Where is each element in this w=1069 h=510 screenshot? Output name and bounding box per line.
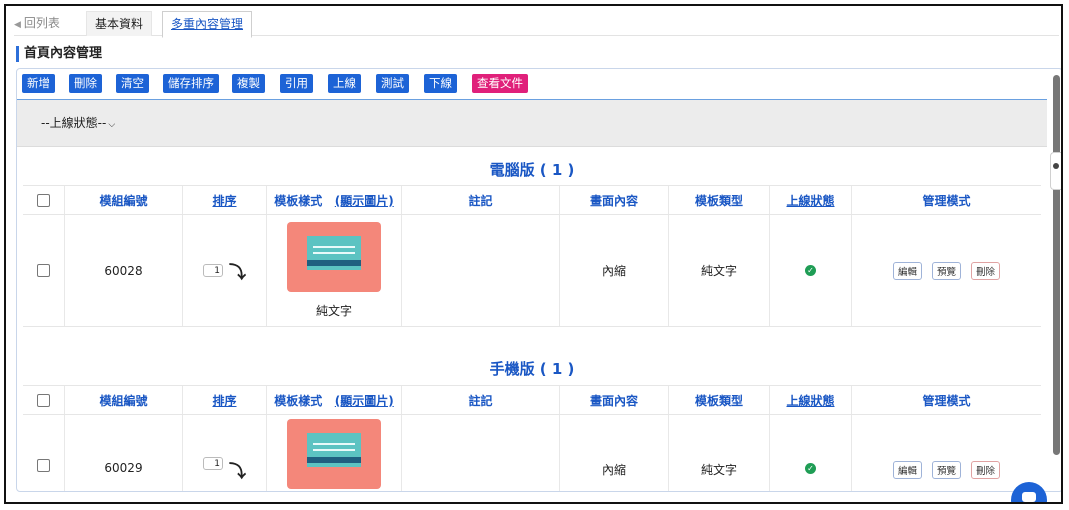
show-image-link[interactable]: (顯示圖片) [335,192,394,209]
row-checkbox[interactable] [37,264,50,277]
col-type: 模板類型 [669,386,770,414]
col-status[interactable]: 上線狀態 [770,386,852,414]
note-cell [402,415,560,491]
status-select-value: --上線狀態-- [41,116,107,130]
col-sort[interactable]: 排序 [183,386,267,414]
reference-button[interactable]: 引用 [280,74,313,93]
type-cell: 純文字 [669,215,770,326]
mobile-group-title: 手機版 ( 1 ) [489,360,575,378]
manage-cell: 編輯 預覽 刪除 [852,415,1041,491]
sort-down-arrow-icon[interactable]: ⤵ [229,457,246,482]
table-header: 模組編號 排序 模板樣式 (顯示圖片) 註記 畫面內容 模板類型 上線狀態 管理… [23,185,1041,215]
template-caption: 純文字 [315,304,352,318]
col-module-id: 模組編號 [65,186,183,214]
side-location-tab[interactable] [1050,152,1061,190]
test-button[interactable]: 測試 [376,74,409,93]
chat-icon [1022,492,1036,502]
section-title: 首頁內容管理 [16,46,102,62]
col-template-label: 模板樣式 [274,193,323,208]
sort-cell: 1 ⤵ [183,215,267,326]
content-panel: 新增 刪除 清空 儲存排序 複製 引用 上線 測試 下線 查看文件 --上線狀態… [16,68,1061,492]
back-arrow-icon: ◀ [14,20,21,30]
template-thumbnail [287,419,381,489]
note-cell [402,215,560,326]
col-sort[interactable]: 排序 [183,186,267,214]
col-module-id: 模組編號 [65,386,183,414]
desktop-group-title: 電腦版 ( 1 ) [489,161,575,179]
select-all-checkbox[interactable] [37,393,50,407]
col-template: 模板樣式 (顯示圖片) [267,186,402,214]
edit-button[interactable]: 編輯 [892,261,922,280]
type-cell: 純文字 [669,415,770,491]
sort-cell: 1 ⤵ [183,415,267,491]
sort-input[interactable]: 1 [203,457,223,470]
tab-basic-info[interactable]: 基本資料 [86,11,153,36]
sort-down-arrow-icon[interactable]: ⤵ [229,258,246,283]
status-select[interactable]: --上線狀態-- ⌵ [41,114,115,131]
toolbar: 新增 刪除 清空 儲存排序 複製 引用 上線 測試 下線 查看文件 [17,69,1047,100]
table-header: 模組編號 排序 模板樣式 (顯示圖片) 註記 畫面內容 模板類型 上線狀態 管理… [23,385,1041,415]
template-cell: 純文字 [267,215,402,326]
content-cell: 內縮 [560,215,669,326]
status-cell: ✓ [770,415,852,491]
col-manage: 管理模式 [922,193,971,208]
col-manage: 管理模式 [922,393,971,408]
delete-button[interactable]: 刪除 [69,74,102,93]
unpublish-button[interactable]: 下線 [424,74,457,93]
preview-button[interactable]: 預覽 [931,461,961,479]
col-type: 模板類型 [669,186,770,214]
col-content: 畫面內容 [560,186,669,214]
tab-multi-content[interactable]: 多重內容管理 [162,11,253,38]
row-select-cell [23,415,65,491]
status-cell: ✓ [770,215,852,326]
edit-button[interactable]: 編輯 [892,461,922,479]
select-all-cell [23,186,65,214]
publish-button[interactable]: 上線 [328,74,361,93]
template-thumbnail [287,222,381,292]
online-check-icon: ✓ [805,265,816,276]
location-pin-icon [1053,163,1059,169]
tab-bar: ◀ 回列表 基本資料 多重內容管理 [14,9,1059,38]
filter-bar: --上線狀態-- ⌵ [17,100,1047,147]
module-id: 60029 [65,415,183,491]
sort-input[interactable]: 1 [203,264,223,277]
tab-back-label: 回列表 [23,16,60,30]
col-template-label: 模板樣式 [274,393,323,408]
tab-back-to-list[interactable]: ◀ 回列表 [14,11,68,35]
show-image-link[interactable]: (顯示圖片) [335,392,394,409]
col-status[interactable]: 上線狀態 [770,186,852,214]
template-cell [267,415,402,491]
content-cell: 內縮 [560,415,669,491]
add-button[interactable]: 新增 [22,74,55,93]
view-docs-button[interactable]: 查看文件 [472,74,528,93]
app-frame: ◀ 回列表 基本資料 多重內容管理 首頁內容管理 新增 刪除 清空 儲存排序 複製… [4,4,1063,504]
copy-button[interactable]: 複製 [232,74,265,93]
save-sort-button[interactable]: 儲存排序 [163,74,219,93]
manage-cell: 編輯 預覽 刪除 [852,215,1041,326]
select-all-checkbox[interactable] [37,193,50,207]
vertical-scrollbar[interactable] [1053,75,1060,455]
row-select-cell [23,215,65,326]
table-row: 60029 1 ⤵ 內縮 純文字 ✓ 編輯 預覽 刪除 [23,415,1041,491]
clear-button[interactable]: 清空 [116,74,149,93]
row-checkbox[interactable] [37,459,50,472]
chevron-down-icon: ⌵ [108,120,116,130]
preview-button[interactable]: 預覽 [931,261,961,280]
table-row: 60028 1 ⤵ 純文字 內縮 純文字 ✓ 編輯 預覽 刪除 [23,215,1041,327]
col-note: 註記 [402,386,560,414]
col-note: 註記 [402,186,560,214]
row-delete-button[interactable]: 刪除 [971,261,1001,280]
module-id: 60028 [65,215,183,326]
select-all-cell [23,386,65,414]
col-content: 畫面內容 [560,386,669,414]
col-template: 模板樣式 (顯示圖片) [267,386,402,414]
online-check-icon: ✓ [805,463,816,474]
row-delete-button[interactable]: 刪除 [971,461,1001,479]
